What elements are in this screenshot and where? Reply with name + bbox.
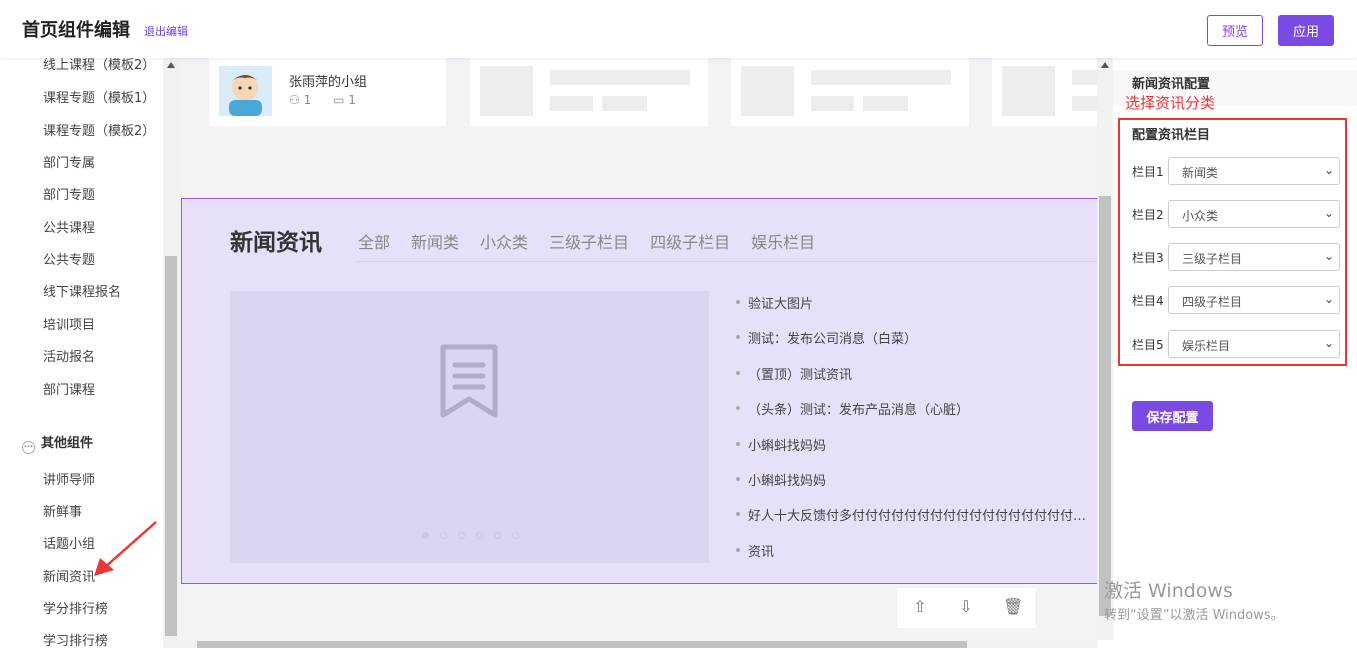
sidebar-item[interactable]: 部门课程 [43,379,95,398]
members-icon: ⚇ [289,93,300,107]
tab-level4[interactable]: 四级子栏目 [650,233,730,252]
column-select-3[interactable]: 三级子栏目 ⌄ [1168,243,1340,271]
annotation-highlight-box [1118,118,1347,366]
component-toolbar: ⇧ ⇩ 🗑 [897,588,1035,628]
news-title: 新闻资讯 [230,230,322,256]
group-label: 其他组件 [41,436,94,451]
list-item[interactable]: 小蝌蚪找妈妈 [736,470,1096,505]
chevron-down-icon: ⌄ [1323,206,1334,220]
news-placeholder-icon [440,344,498,418]
list-item[interactable]: 测试：发布公司消息（白菜） [736,328,1096,363]
sidebar-item[interactable]: 部门专属 [43,152,95,171]
news-tabs: 全部 新闻类 小众类 三级子栏目 四级子栏目 娱乐栏目 [358,229,836,253]
placeholder-card [731,58,969,126]
list-item[interactable]: 资讯 [736,541,1096,576]
column-select-2[interactable]: 小众类 ⌄ [1168,200,1340,228]
column-label: 栏目5 [1132,338,1164,352]
sidebar-item[interactable]: 部门专题 [43,184,95,203]
arrow-annotation-icon [94,521,157,576]
column-label: 栏目2 [1132,208,1164,222]
carousel-dots[interactable] [422,524,530,543]
scroll-up-icon[interactable] [1101,62,1109,68]
sidebar-item[interactable]: 线下课程报名 [43,281,121,300]
sidebar-item-study-rank[interactable]: 学习排行榜 [43,630,108,648]
chevron-down-icon: ⌄ [1323,249,1334,263]
column-select-1[interactable]: 新闻类 ⌄ [1168,157,1340,185]
list-item[interactable]: 小蝌蚪找妈妈 [736,435,1096,470]
placeholder-card [470,58,708,126]
move-up-icon[interactable]: ⇧ [910,597,930,617]
sidebar-scrollbar[interactable] [163,58,179,648]
sidebar-item-news[interactable]: 新闻资讯 [43,566,95,585]
group-card[interactable]: 张雨萍的小组 ⚇ 1 ▭ 1 [209,58,446,126]
scrollbar-thumb[interactable] [197,641,967,648]
scrollbar-thumb[interactable] [165,256,177,636]
move-down-icon[interactable]: ⇩ [956,597,976,617]
group-name: 张雨萍的小组 [289,75,368,90]
news-list: 验证大图片 测试：发布公司消息（白菜） （置顶）测试资讯 （头条）测试：发布产品… [736,293,1096,576]
preview-button[interactable]: 预览 [1207,15,1263,46]
news-image-placeholder[interactable] [230,291,709,563]
sidebar-item[interactable]: 活动报名 [43,346,95,365]
chevron-down-icon: ⌄ [1323,336,1334,350]
save-config-button[interactable]: 保存配置 [1132,401,1213,431]
avatar [219,66,272,116]
canvas-vertical-scrollbar[interactable] [1097,58,1113,640]
list-item[interactable]: 验证大图片 [736,293,1096,328]
column-label: 栏目1 [1132,165,1164,179]
sidebar-item[interactable]: 课程专题（模板2） [43,120,155,139]
group-meta: ⚇ 1 ▭ 1 [289,93,356,107]
tab-all[interactable]: 全部 [358,233,390,252]
top-header: 首页组件编辑 退出编辑 预览 应用 [0,0,1357,58]
placeholder-card [992,58,1097,126]
posts-count: 1 [348,93,356,107]
canvas-horizontal-scrollbar[interactable] [179,640,1097,648]
scroll-up-icon[interactable] [167,62,175,68]
sidebar-item-news-feed[interactable]: 新鲜事 [43,501,82,520]
scrollbar-thumb[interactable] [1099,196,1111,616]
sidebar-item[interactable]: 培训项目 [43,314,95,333]
list-item[interactable]: （置顶）测试资讯 [736,364,1096,399]
sidebar-item[interactable]: 课程专题（模板1） [43,87,155,106]
sidebar-group-other[interactable]: ··· 其他组件 [22,432,93,454]
config-panel: 新闻资讯配置 选择资讯分类 配置资讯栏目 栏目1 新闻类 ⌄ 栏目2 小众类 ⌄ 栏… [1113,58,1357,648]
sidebar-item-credit-rank[interactable]: 学分排行榜 [43,598,108,617]
delete-icon[interactable]: 🗑 [1003,597,1023,617]
watermark-line2: 转到“设置”以激活 Windows。 [1104,608,1284,623]
annotation-text: 选择资讯分类 [1125,94,1216,112]
preview-canvas: 张雨萍的小组 ⚇ 1 ▭ 1 新闻资讯 全部 新闻类 小众类 三级子栏目 四级子栏目 娱乐… [179,58,1097,640]
page-title: 首页组件编辑 [22,20,130,41]
chevron-down-icon: ⌄ [1323,292,1334,306]
comment-icon: ▭ [333,93,345,107]
sidebar-item[interactable]: 公共专题 [43,249,95,268]
exit-edit-link[interactable]: 退出编辑 [144,23,188,39]
tab-entertainment[interactable]: 娱乐栏目 [751,233,815,252]
column-select-5[interactable]: 娱乐栏目 ⌄ [1168,330,1340,358]
tab-niche[interactable]: 小众类 [480,233,528,252]
column-label: 栏目3 [1132,251,1164,265]
config-section-title: 配置资讯栏目 [1132,128,1211,143]
column-label: 栏目4 [1132,294,1164,308]
component-sidebar: 线上课程（模板2） 课程专题（模板1） 课程专题（模板2） 部门专属 部门专题 … [0,58,163,648]
sidebar-item[interactable]: 线上课程（模板2） [43,58,155,73]
more-icon: ··· [22,441,35,454]
sidebar-item[interactable]: 公共课程 [43,217,95,236]
column-select-4[interactable]: 四级子栏目 ⌄ [1168,286,1340,314]
sidebar-item-lecturer[interactable]: 讲师导师 [43,469,95,488]
news-component[interactable]: 新闻资讯 全部 新闻类 小众类 三级子栏目 四级子栏目 娱乐栏目 验证大图片 测试：发布公… [181,198,1097,584]
sidebar-item-topic-group[interactable]: 话题小组 [43,533,95,552]
members-count: 1 [303,93,312,107]
chevron-down-icon: ⌄ [1323,163,1334,177]
tab-divider [356,261,1097,262]
list-item[interactable]: 好人十大反馈付多付付付付付付付付付付付付付付付付付付付 [736,505,1096,540]
windows-activation-watermark: 激活 Windows 转到“设置”以激活 Windows。 [1104,576,1284,623]
list-item[interactable]: （头条）测试：发布产品消息（心脏） [736,399,1096,434]
tab-level3[interactable]: 三级子栏目 [549,233,629,252]
apply-button[interactable]: 应用 [1278,15,1334,46]
tab-news[interactable]: 新闻类 [411,233,459,252]
watermark-line1: 激活 Windows [1104,580,1233,602]
